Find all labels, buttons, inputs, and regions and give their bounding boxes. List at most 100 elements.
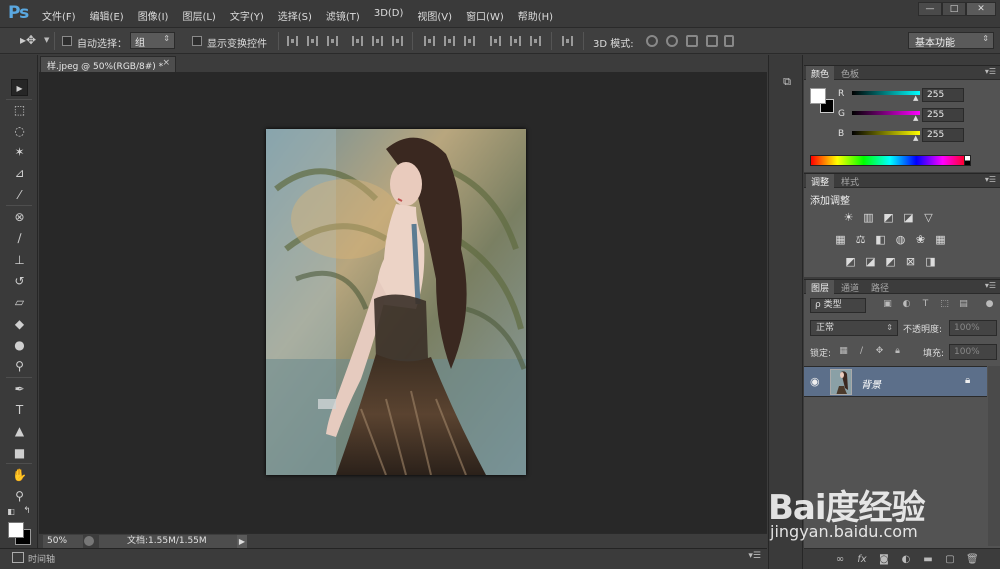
tab-channels[interactable]: 通道 — [836, 280, 864, 294]
levels-icon[interactable]: ▥ — [862, 212, 875, 224]
channel-mixer-icon[interactable]: ❀ — [914, 234, 927, 246]
3d-scale-icon[interactable] — [724, 35, 734, 47]
panel-menu-icon[interactable]: ▾☰ — [985, 67, 996, 76]
curves-icon[interactable]: ◩ — [882, 212, 895, 224]
minimize-button[interactable]: — — [918, 2, 942, 16]
maximize-button[interactable]: □ — [942, 2, 966, 16]
vibrance-icon[interactable]: ▽ — [922, 212, 935, 224]
document-tab[interactable]: 样.jpeg @ 50%(RGB/8#) * × — [40, 56, 176, 72]
tab-color[interactable]: 颜色 — [806, 66, 835, 80]
paint-bucket-tool-icon[interactable]: ◆ — [11, 315, 28, 332]
menu-image[interactable]: 图像(I) — [138, 8, 169, 23]
hand-tool-icon[interactable]: ✋ — [11, 466, 28, 483]
color-lookup-icon[interactable]: ▦ — [934, 234, 947, 246]
3d-rotate-icon[interactable] — [646, 35, 658, 47]
align-right-icon[interactable] — [392, 36, 403, 46]
close-button[interactable]: ✕ — [966, 2, 996, 16]
zoom-tool-icon[interactable]: ⚲ — [11, 487, 28, 504]
color-balance-icon[interactable]: ⚖ — [854, 234, 867, 246]
distribute-vcenter-icon[interactable] — [444, 36, 455, 46]
menu-view[interactable]: 视图(V) — [417, 8, 452, 23]
invert-icon[interactable]: ◩ — [844, 256, 857, 268]
chevron-down-icon[interactable]: ▼ — [44, 36, 49, 44]
move-tool-preset-icon[interactable]: ▸✥ — [20, 33, 36, 47]
canvas-area[interactable] — [39, 72, 767, 533]
channel-g-value[interactable]: 255 — [922, 108, 964, 122]
magic-wand-tool-icon[interactable]: ✶ — [11, 143, 28, 160]
auto-select-dropdown[interactable]: 组 ⇕ — [130, 32, 175, 49]
fill-field[interactable]: 100% — [949, 344, 997, 360]
menu-filter[interactable]: 滤镜(T) — [326, 8, 360, 23]
channel-r-value[interactable]: 255 — [922, 88, 964, 102]
align-hcenter-icon[interactable] — [372, 36, 383, 46]
zoom-field[interactable]: 50% — [43, 535, 83, 548]
black-white-icon[interactable]: ◧ — [874, 234, 887, 246]
align-vcenter-icon[interactable] — [307, 36, 318, 46]
3d-pan-icon[interactable] — [686, 35, 698, 47]
filter-type-icon[interactable]: T — [920, 299, 931, 310]
menu-layer[interactable]: 图层(L) — [182, 8, 215, 23]
distribute-right-icon[interactable] — [530, 36, 541, 46]
healing-brush-tool-icon[interactable]: ⊗ — [11, 208, 28, 225]
tab-styles[interactable]: 样式 — [836, 174, 864, 188]
distribute-top-icon[interactable] — [424, 36, 435, 46]
menu-select[interactable]: 选择(S) — [278, 8, 312, 23]
blend-mode-dropdown[interactable]: 正常 ⇕ — [810, 320, 898, 336]
layer-style-icon[interactable]: fx — [856, 554, 868, 566]
selective-color-icon[interactable]: ⊠ — [904, 256, 917, 268]
new-adjustment-layer-icon[interactable]: ◐ — [900, 554, 912, 566]
black-white-swatch[interactable] — [964, 155, 971, 166]
layer-row[interactable]: ◉ 背景 🔒︎ — [804, 366, 987, 397]
tab-paths[interactable]: 路径 — [866, 280, 894, 294]
exposure-icon[interactable]: ◪ — [902, 212, 915, 224]
link-layers-icon[interactable]: ∞ — [834, 554, 846, 566]
distribute-hcenter-icon[interactable] — [510, 36, 521, 46]
menu-edit[interactable]: 编辑(E) — [90, 8, 124, 23]
menu-3d[interactable]: 3D(D) — [374, 8, 404, 23]
history-panel-icon[interactable]: ⧉ — [779, 75, 795, 91]
threshold-icon[interactable]: ◩ — [884, 256, 897, 268]
slider-thumb-icon[interactable]: ▲ — [913, 134, 918, 142]
lock-position-icon[interactable]: ✥ — [874, 346, 885, 357]
status-menu-arrow-icon[interactable]: ▶ — [237, 535, 247, 548]
menu-type[interactable]: 文字(Y) — [230, 8, 264, 23]
show-transform-checkbox[interactable] — [192, 36, 202, 46]
opacity-field[interactable]: 100% — [949, 320, 997, 336]
blur-tool-icon[interactable]: ● — [11, 336, 28, 353]
channel-b-slider[interactable] — [852, 131, 920, 135]
3d-slide-icon[interactable] — [706, 35, 718, 47]
slider-thumb-icon[interactable]: ▲ — [913, 94, 918, 102]
crop-tool-icon[interactable]: ⊿ — [11, 164, 28, 181]
panel-menu-icon[interactable]: ▾☰ — [985, 175, 996, 184]
swap-colors-icon[interactable]: ↰ — [22, 506, 32, 516]
lock-image-icon[interactable]: ∕ — [856, 346, 867, 357]
timeline-tab[interactable]: 时间轴 — [28, 552, 55, 565]
brightness-contrast-icon[interactable]: ☀ — [842, 212, 855, 224]
slider-thumb-icon[interactable]: ▲ — [913, 114, 918, 122]
tab-swatches[interactable]: 色板 — [836, 66, 864, 80]
menu-window[interactable]: 窗口(W) — [466, 8, 504, 23]
close-icon[interactable]: × — [162, 58, 170, 68]
foreground-color-swatch[interactable] — [810, 88, 826, 104]
rectangle-tool-icon[interactable]: ■ — [11, 444, 28, 461]
path-selection-tool-icon[interactable]: ▲ — [11, 422, 28, 439]
timeline-collapse-icon[interactable] — [12, 552, 24, 563]
pen-tool-icon[interactable]: ✒ — [11, 380, 28, 397]
auto-select-checkbox[interactable] — [62, 36, 72, 46]
menu-help[interactable]: 帮助(H) — [518, 8, 553, 23]
filter-smart-object-icon[interactable]: ▤ — [958, 299, 969, 310]
new-group-icon[interactable]: ▬ — [922, 554, 934, 566]
auto-align-icon[interactable] — [562, 36, 573, 46]
filter-toggle-icon[interactable]: ● — [984, 299, 995, 310]
color-spectrum-bar[interactable] — [810, 155, 970, 166]
history-brush-tool-icon[interactable]: ↺ — [11, 272, 28, 289]
tab-adjustments[interactable]: 调整 — [806, 174, 835, 188]
new-layer-icon[interactable]: ▢ — [944, 554, 956, 566]
eraser-tool-icon[interactable]: ▱ — [11, 293, 28, 310]
delete-layer-icon[interactable]: 🗑︎ — [966, 554, 979, 566]
lock-transparent-icon[interactable]: ▦ — [838, 346, 849, 357]
filter-adjustment-icon[interactable]: ◐ — [901, 299, 912, 310]
distribute-bottom-icon[interactable] — [464, 36, 475, 46]
foreground-color-swatch[interactable] — [8, 522, 24, 538]
gradient-map-icon[interactable]: ◨ — [924, 256, 937, 268]
